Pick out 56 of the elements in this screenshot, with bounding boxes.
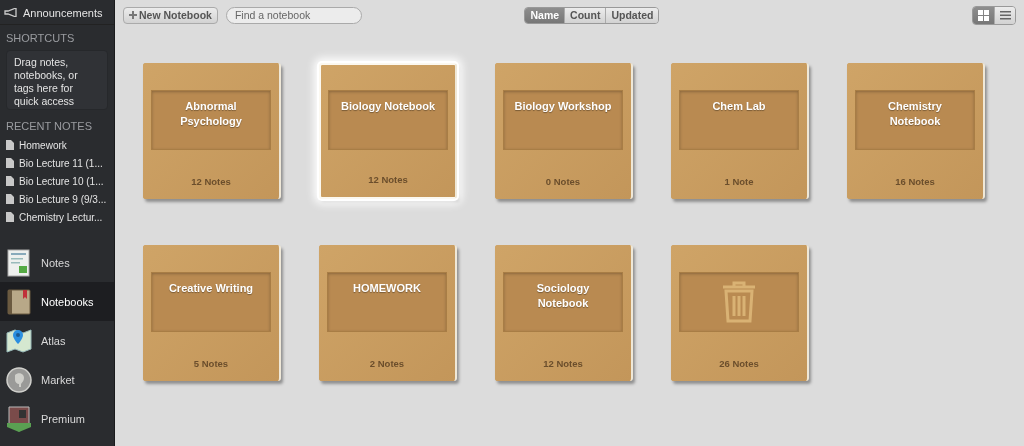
section-heading: SHORTCUTS — [5, 32, 76, 44]
notebook-title: Chemistry Notebook — [887, 99, 943, 129]
recent-note[interactable]: Bio Lecture 10 (1... — [19, 175, 104, 187]
recent-note[interactable]: Bio Lecture 11 (1... — [19, 157, 103, 169]
badge-icon — [6, 404, 32, 433]
recent-note[interactable]: Homework — [19, 139, 67, 151]
sort-tab[interactable]: Name — [525, 7, 565, 23]
notebook-card[interactable]: Chemistry Notebook 16 Notes — [847, 63, 985, 199]
recent-note[interactable]: Chemistry Lectur... — [19, 211, 103, 223]
sort-tab[interactable]: Count — [564, 7, 606, 23]
note-count: 12 Notes — [191, 176, 231, 187]
shortcuts-hint: Drag notes, notebooks, or tags here for quick access — [6, 50, 108, 110]
book-icon — [6, 287, 32, 316]
notebook-card[interactable]: Chem Lab 1 Note — [671, 63, 809, 199]
search-field[interactable]: Find a notebook — [225, 6, 362, 24]
announcements-link[interactable]: Announcements — [23, 6, 103, 19]
sort-tab[interactable]: Updated — [605, 7, 659, 23]
nav-item[interactable]: Atlas — [0, 321, 114, 360]
recent-note[interactable]: Bio Lecture 9 (9/3... — [19, 193, 107, 205]
notebook-title: HOMEWORK — [352, 281, 422, 296]
note-count: 26 Notes — [719, 358, 759, 369]
note-count: 5 Notes — [193, 358, 229, 369]
notebook-card[interactable]: 26 Notes — [671, 245, 809, 381]
notebook-card[interactable]: Sociology Notebook 12 Notes — [495, 245, 633, 381]
list-view-button[interactable] — [994, 6, 1015, 24]
trash-icon — [721, 281, 757, 323]
section-heading: RECENT NOTES — [5, 120, 93, 132]
note-count: 0 Notes — [545, 176, 581, 187]
notebook-title: Sociology Notebook — [535, 281, 591, 311]
notebook-title: Biology Notebook — [339, 99, 437, 114]
notebook-card[interactable]: Abnormal Psychology 12 Notes — [143, 63, 281, 199]
map-pin-icon — [6, 326, 32, 355]
grid-view-button[interactable] — [973, 6, 994, 24]
notebook-title: Chem Lab — [711, 99, 767, 114]
plus-icon — [129, 11, 137, 19]
notebook-card[interactable]: Creative Writing 5 Notes — [143, 245, 281, 381]
nav-item[interactable]: Premium — [0, 399, 114, 438]
notebook-title: Biology Workshop — [513, 99, 613, 114]
note-count: 12 Notes — [543, 358, 583, 369]
notebook-title: Creative Writing — [167, 281, 255, 296]
note-count: 1 Note — [724, 176, 754, 187]
note-count: 16 Notes — [895, 176, 935, 187]
nav-item[interactable]: Notebooks — [0, 282, 114, 321]
megaphone-icon — [4, 8, 18, 17]
notebook-card[interactable]: HOMEWORK 2 Notes — [319, 245, 457, 381]
nav-item[interactable]: Market — [0, 360, 114, 399]
notebook-card[interactable]: Biology Workshop 0 Notes — [495, 63, 633, 199]
nav-item[interactable]: Notes — [0, 243, 114, 282]
list-icon — [999, 10, 1011, 20]
note-count: 2 Notes — [369, 358, 405, 369]
new-notebook-button[interactable]: New Notebook — [123, 6, 218, 24]
notes-page-icon — [6, 248, 32, 277]
notebook-title: Abnormal Psychology — [179, 99, 243, 129]
note-count: 12 Notes — [368, 174, 408, 185]
grid-icon — [978, 9, 989, 21]
notebook-card[interactable]: Biology Notebook 12 Notes — [319, 63, 457, 199]
